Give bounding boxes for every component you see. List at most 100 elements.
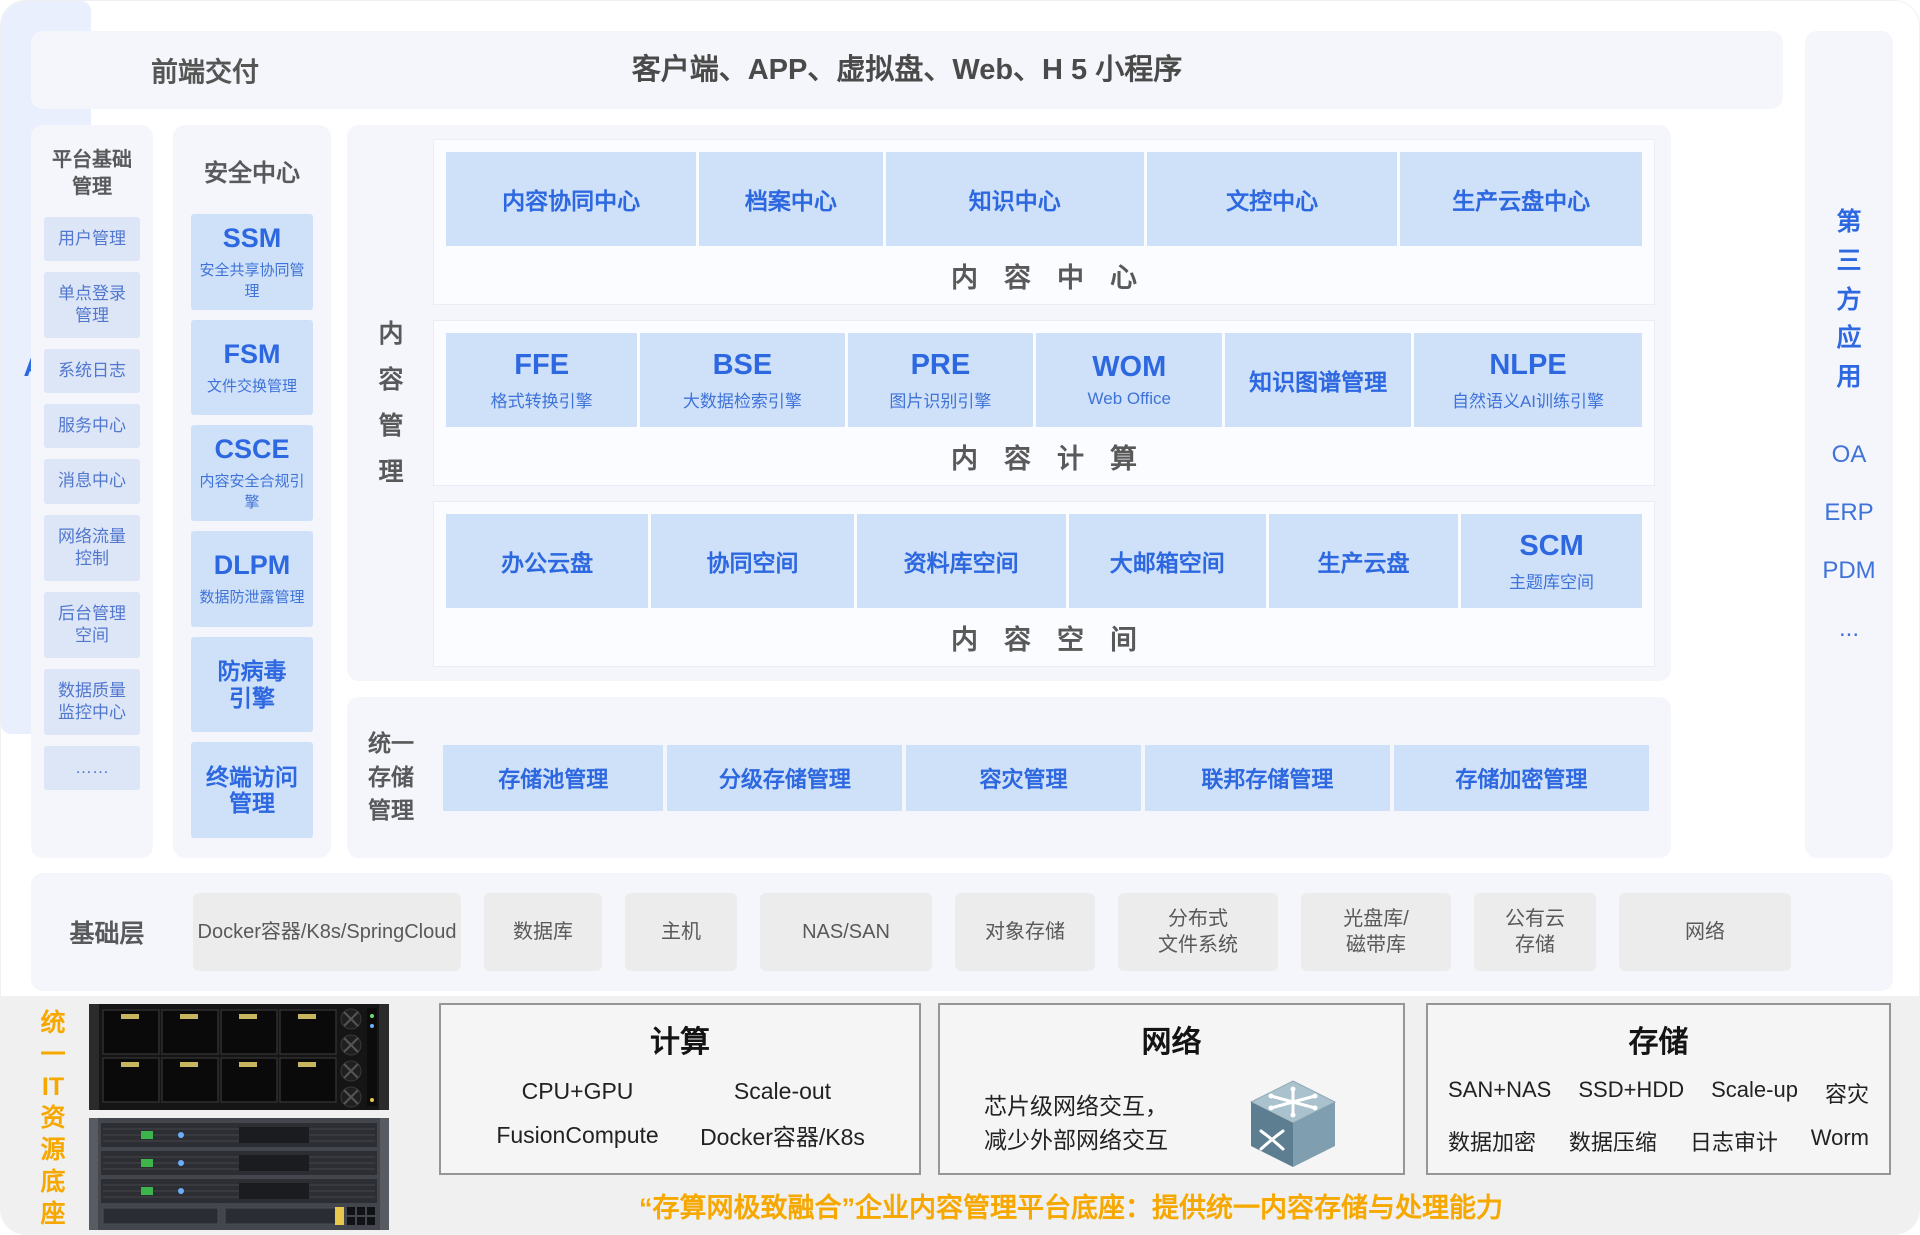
platform-base-title: 平台基础 管理 (52, 147, 132, 201)
security-item-abbr: 终端访问 管理 (206, 764, 298, 817)
security-item-fsm: FSM 文件交换管理 (191, 320, 313, 416)
platform-item-more: …… (44, 746, 140, 790)
compute-box: 计算 CPU+GPU Scale-out FusionCompute Docke… (439, 1003, 921, 1175)
item-office-cloud-disk: 办公云盘 (446, 514, 648, 608)
item-title: 生产云盘中心 (1452, 182, 1590, 216)
third-party-item-erp: ERP (1824, 499, 1873, 527)
compute-item-fusioncompute: FusionCompute (475, 1113, 680, 1157)
server-hardware-images (89, 1004, 389, 1230)
rack-server-image (89, 1118, 389, 1230)
item-title: NLPE (1489, 349, 1566, 382)
security-item-csce: CSCE 内容安全合规引擎 (191, 425, 313, 521)
item-mailbox-space: 大邮箱空间 (1069, 514, 1266, 608)
item-nlpe: NLPE 自然语义AI训练引擎 (1414, 333, 1642, 427)
item-sub: 格式转换引擎 (491, 387, 593, 412)
third-party-items: OA ERP PDM ... (1822, 441, 1875, 643)
platform-base-items: 用户管理 单点登录 管理 系统日志 服务中心 消息中心 网络流量 控制 后台管理… (44, 217, 140, 790)
compute-item-docker-k8s: Docker容器/K8s (680, 1113, 885, 1157)
item-collab-space: 协同空间 (651, 514, 853, 608)
network-box: 网络 芯片级网络交互， 减少外部网络交互 (938, 1003, 1405, 1175)
storage-title: 存储 (1428, 1017, 1889, 1061)
frontend-delivery-label: 前端交付 (151, 51, 259, 90)
base-layer-label: 基础层 (31, 914, 183, 950)
item-title: 知识中心 (969, 182, 1061, 216)
third-party-panel: 第 三 方 应 用 OA ERP PDM ... (1805, 31, 1893, 858)
item-ffe: FFE 格式转换引擎 (446, 333, 637, 427)
item-title: 资料库空间 (904, 544, 1019, 578)
item-title: 内容协同中心 (502, 182, 640, 216)
platform-item-data-quality: 数据质量 监控中心 (44, 669, 140, 735)
item-title: BSE (713, 349, 773, 382)
client-channels-title: 客户端、APP、虚拟盘、Web、H 5 小程序 (31, 31, 1783, 109)
item-sub: 大数据检索引擎 (683, 387, 802, 412)
security-item-abbr: 防病毒 引擎 (218, 658, 287, 711)
security-item-ssm: SSM 安全共享协同管理 (191, 214, 313, 310)
item-title: 生产云盘 (1318, 544, 1410, 578)
storage-item-worm: Worm (1811, 1125, 1869, 1157)
item-title: 协同空间 (706, 544, 798, 578)
content-compute-group-name: 内容计算 (434, 427, 1654, 485)
content-management-panel: 内 容 管 理 内容协同中心 档案中心 知识中心 文控中心 (347, 125, 1671, 681)
third-party-title: 第 三 方 应 用 (1836, 203, 1861, 397)
foundation-slogan: “存算网极致融合”企业内容管理平台底座：提供统一内容存储与处理能力 (401, 1186, 1741, 1225)
storage-item-log-audit: 日志审计 (1690, 1125, 1778, 1157)
network-title: 网络 (940, 1017, 1403, 1061)
item-title: 文控中心 (1226, 182, 1318, 216)
platform-item-admin-space: 后台管理 空间 (44, 592, 140, 658)
platform-item-traffic-control: 网络流量 控制 (44, 515, 140, 581)
base-layer-items: Docker容器/K8s/SpringCloud 数据库 主机 NAS/SAN … (193, 893, 1791, 971)
security-item-terminal-access: 终端访问 管理 (191, 742, 313, 838)
platform-base-panel: 平台基础 管理 用户管理 单点登录 管理 系统日志 服务中心 消息中心 网络流量… (31, 125, 153, 858)
it-foundation-band: 统 一 IT 资 源 底 座 (1, 996, 1920, 1235)
unified-it-foundation-label: 统 一 IT 资 源 底 座 (31, 1008, 75, 1230)
item-sub: 主题库空间 (1509, 568, 1594, 593)
item-production-cloud-disk: 生产云盘 (1269, 514, 1458, 608)
content-center-group-name: 内容中心 (434, 246, 1654, 304)
item-title: PRE (911, 349, 971, 382)
base-item-network: 网络 (1619, 893, 1791, 971)
item-scm: SCM 主题库空间 (1461, 514, 1642, 608)
content-space-group-name: 内容空间 (434, 608, 1654, 666)
security-item-desc: 数据防泄露管理 (199, 586, 304, 607)
base-item-optical-tape: 光盘库/ 磁带库 (1301, 893, 1451, 971)
compute-title: 计算 (441, 1017, 919, 1061)
content-space-items: 办公云盘 协同空间 资料库空间 大邮箱空间 生产云盘 SCM (434, 502, 1654, 608)
architecture-diagram: 前端交付 客户端、APP、虚拟盘、Web、H 5 小程序 平台基础 管理 用户管… (0, 0, 1920, 1235)
item-title: 知识图谱管理 (1249, 363, 1387, 397)
item-sub: 自然语义AI训练引擎 (1452, 387, 1604, 412)
security-center-panel: 安全中心 SSM 安全共享协同管理 FSM 文件交换管理 CSCE 内容安全合规… (173, 125, 331, 858)
storage-server-image (89, 1004, 389, 1110)
platform-item-sso: 单点登录 管理 (44, 272, 140, 338)
storage-item-scale-up: Scale-up (1711, 1077, 1798, 1109)
compute-items: CPU+GPU Scale-out FusionCompute Docker容器… (441, 1061, 919, 1173)
item-title: SCM (1519, 530, 1583, 563)
security-item-antivirus: 防病毒 引擎 (191, 637, 313, 733)
content-management-groups: 内容协同中心 档案中心 知识中心 文控中心 生产云盘中心 内容中心 (433, 139, 1655, 667)
item-title: 大邮箱空间 (1110, 544, 1225, 578)
item-title: WOM (1092, 351, 1166, 384)
base-item-object-storage: 对象存储 (955, 893, 1095, 971)
item-tiered-storage-mgmt: 分级存储管理 (667, 745, 902, 811)
storage-item-disaster-recovery: 容灾 (1825, 1077, 1869, 1109)
item-doc-control-center: 文控中心 (1147, 152, 1397, 246)
item-production-cloud-center: 生产云盘中心 (1400, 152, 1642, 246)
storage-item-data-compression: 数据压缩 (1569, 1125, 1657, 1157)
storage-box: 存储 SAN+NAS SSD+HDD Scale-up 容灾 数据加密 数据压缩… (1426, 1003, 1891, 1175)
security-item-desc: 安全共享协同管理 (194, 259, 310, 301)
base-item-public-cloud: 公有云 存储 (1474, 893, 1596, 971)
item-library-space: 资料库空间 (857, 514, 1066, 608)
content-management-label: 内 容 管 理 (347, 125, 435, 681)
item-bse: BSE 大数据检索引擎 (640, 333, 844, 427)
item-knowledge-center: 知识中心 (886, 152, 1145, 246)
content-compute-group: FFE 格式转换引擎 BSE 大数据检索引擎 PRE 图片识别引擎 WOM We… (433, 320, 1655, 486)
item-wom: WOM Web Office (1036, 333, 1222, 427)
network-description: 芯片级网络交互， 减少外部网络交互 (984, 1089, 1245, 1158)
network-switch-icon (1245, 1075, 1341, 1171)
item-title: FFE (514, 349, 569, 382)
item-sub: 图片识别引擎 (889, 387, 991, 412)
base-layer-panel: 基础层 Docker容器/K8s/SpringCloud 数据库 主机 NAS/… (31, 873, 1893, 991)
security-item-abbr: DLPM (214, 550, 291, 581)
unified-storage-items: 存储池管理 分级存储管理 容灾管理 联邦存储管理 存储加密管理 (443, 745, 1649, 811)
platform-item-user-mgmt: 用户管理 (44, 217, 140, 261)
compute-item-cpu-gpu: CPU+GPU (475, 1069, 680, 1113)
